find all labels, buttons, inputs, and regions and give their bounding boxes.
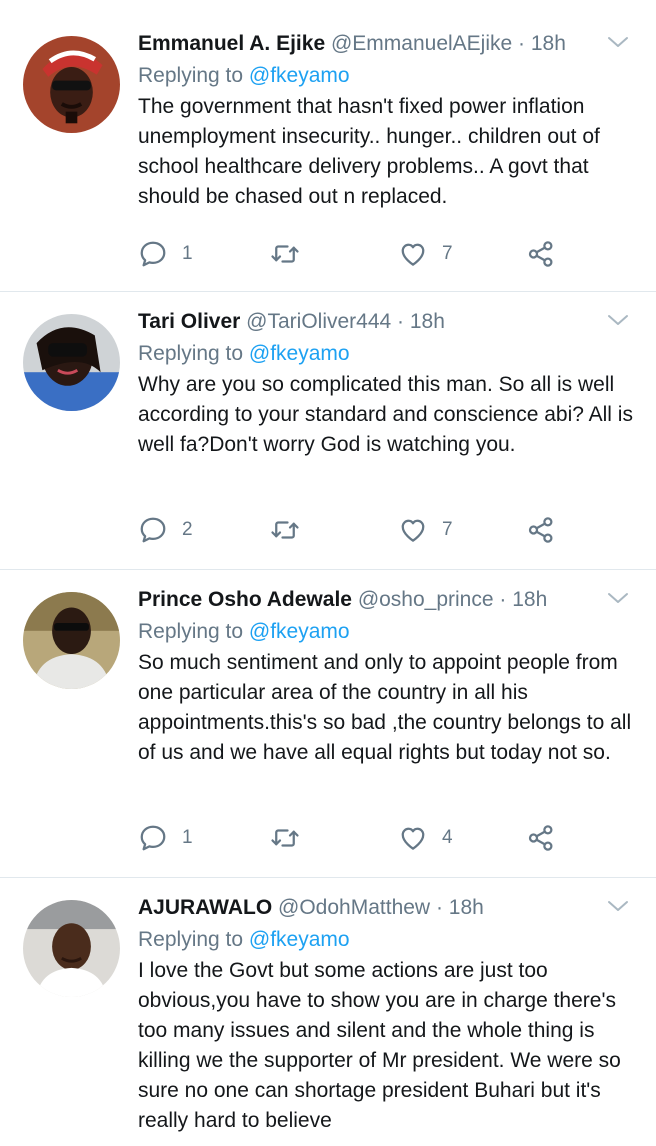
author-handle[interactable]: @OdohMatthew [278, 896, 430, 919]
share-button[interactable] [526, 234, 556, 274]
tweet-actions: 2 7 [138, 510, 578, 550]
replying-label: Replying to [138, 620, 244, 643]
replying-to: Replying to @fkeyamo [138, 618, 636, 646]
heart-icon [398, 823, 428, 853]
author-name[interactable]: Prince Osho Adewale [138, 588, 352, 611]
tweet[interactable]: AJURAWALO @OdohMatthew · 18h Replying to… [0, 878, 656, 1146]
chevron-down-icon[interactable] [606, 896, 630, 916]
mention-link[interactable]: @fkeyamo [249, 342, 350, 365]
retweet-icon [270, 823, 300, 853]
replying-label: Replying to [138, 342, 244, 365]
like-button[interactable]: 4 [398, 818, 453, 858]
tweet[interactable]: Prince Osho Adewale @osho_prince · 18h R… [0, 570, 656, 878]
tweet-text: So much sentiment and only to appoint pe… [138, 651, 632, 764]
timestamp[interactable]: · 18h [518, 32, 566, 55]
tweet-text: Why are you so complicated this man. So … [138, 373, 633, 456]
like-count: 7 [442, 519, 453, 540]
share-button[interactable] [526, 818, 556, 858]
reply-button[interactable]: 1 [138, 234, 193, 274]
tweet[interactable]: Tari Oliver @TariOliver444 · 18h Replyin… [0, 292, 656, 570]
like-button[interactable]: 7 [398, 510, 453, 550]
mention-link[interactable]: @fkeyamo [249, 620, 350, 643]
replying-to: Replying to @fkeyamo [138, 62, 636, 90]
replying-label: Replying to [138, 64, 244, 87]
avatar[interactable] [23, 592, 120, 689]
retweet-icon [270, 515, 300, 545]
replying-to: Replying to @fkeyamo [138, 340, 636, 368]
like-button[interactable]: 7 [398, 234, 453, 274]
reply-button[interactable]: 1 [138, 818, 193, 858]
chevron-down-icon[interactable] [606, 588, 630, 608]
reply-icon [138, 823, 168, 853]
share-icon [526, 515, 556, 545]
retweet-button[interactable] [270, 818, 300, 858]
chevron-down-icon[interactable] [606, 32, 630, 52]
author-handle[interactable]: @TariOliver444 [246, 310, 391, 333]
avatar[interactable] [23, 314, 120, 411]
avatar[interactable] [23, 36, 120, 133]
replying-to: Replying to @fkeyamo [138, 926, 636, 954]
author-name[interactable]: Emmanuel A. Ejike [138, 32, 325, 55]
mention-link[interactable]: @fkeyamo [249, 928, 350, 951]
author-handle[interactable]: @EmmanuelAEjike [331, 32, 512, 55]
author-name[interactable]: Tari Oliver [138, 310, 240, 333]
tweet-actions: 1 7 [138, 234, 578, 274]
timestamp[interactable]: · 18h [499, 588, 547, 611]
retweet-button[interactable] [270, 234, 300, 274]
reply-button[interactable]: 2 [138, 510, 193, 550]
reply-icon [138, 515, 168, 545]
heart-icon [398, 239, 428, 269]
like-count: 4 [442, 827, 453, 848]
tweet-text: I love the Govt but some actions are jus… [138, 959, 621, 1132]
reply-count: 2 [182, 519, 193, 540]
author-handle[interactable]: @osho_prince [358, 588, 494, 611]
avatar[interactable] [23, 900, 120, 997]
heart-icon [398, 515, 428, 545]
author-name[interactable]: AJURAWALO [138, 896, 272, 919]
timestamp[interactable]: · 18h [397, 310, 445, 333]
share-icon [526, 239, 556, 269]
tweet-actions: 1 4 [138, 818, 578, 858]
reply-icon [138, 239, 168, 269]
like-count: 7 [442, 243, 453, 264]
tweet[interactable]: Emmanuel A. Ejike @EmmanuelAEjike · 18h … [0, 0, 656, 292]
retweet-button[interactable] [270, 510, 300, 550]
mention-link[interactable]: @fkeyamo [249, 64, 350, 87]
share-button[interactable] [526, 510, 556, 550]
reply-count: 1 [182, 827, 193, 848]
retweet-icon [270, 239, 300, 269]
reply-count: 1 [182, 243, 193, 264]
timestamp[interactable]: · 18h [436, 896, 484, 919]
share-icon [526, 823, 556, 853]
replying-label: Replying to [138, 928, 244, 951]
chevron-down-icon[interactable] [606, 310, 630, 330]
tweet-text: The government that hasn't fixed power i… [138, 95, 600, 208]
